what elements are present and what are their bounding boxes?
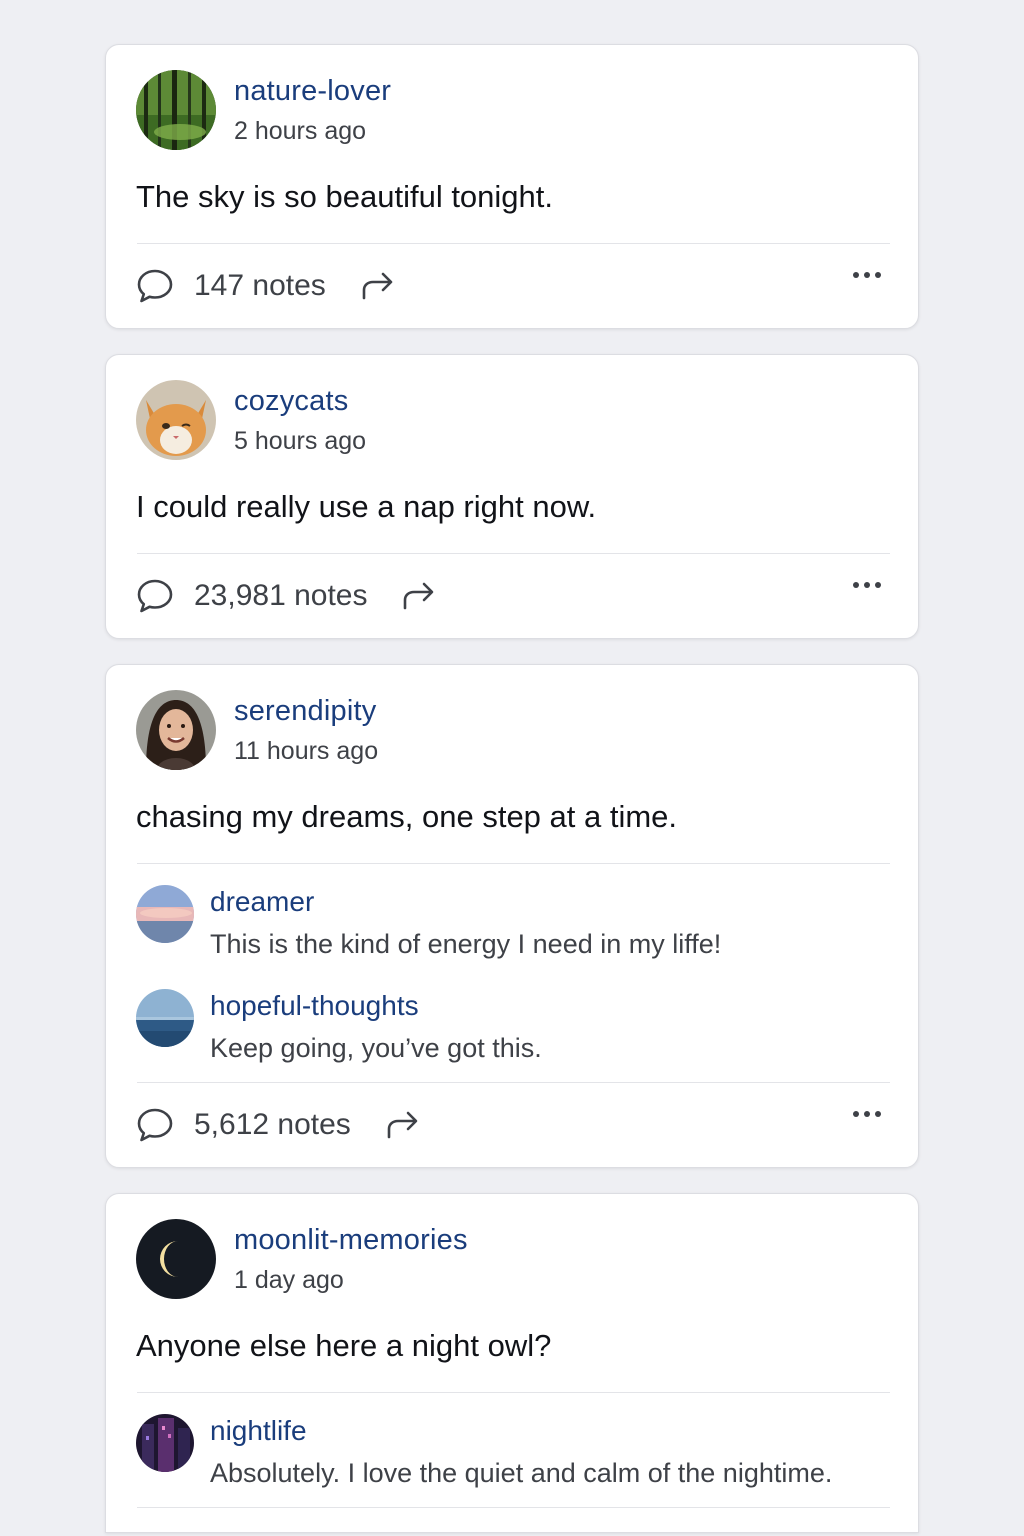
post-meta: nature-lover 2 hours ago <box>234 70 391 150</box>
share-icon[interactable] <box>401 581 437 611</box>
username-link[interactable]: nature-lover <box>234 72 391 110</box>
username-link[interactable]: serendipity <box>234 692 378 730</box>
reply-list: dreamer This is the kind of energy I nee… <box>136 864 888 1082</box>
comment-icon[interactable] <box>136 268 174 304</box>
woman-avatar-icon <box>136 690 216 770</box>
post-card: moonlit-memories 1 day ago Anyone else h… <box>105 1193 919 1533</box>
reply-text: Absolutely. I love the quiet and calm of… <box>210 1458 833 1488</box>
post-time: 5 hours ago <box>234 427 367 455</box>
sunset-sky-avatar-icon <box>136 885 194 943</box>
reply-username-link[interactable]: nightlife <box>210 1411 832 1451</box>
username-link[interactable]: moonlit-memories <box>234 1221 468 1259</box>
post-card: serendipity 11 hours ago chasing my drea… <box>105 664 919 1168</box>
post-card: cozycats 5 hours ago I could really use … <box>105 354 919 639</box>
post-header: moonlit-memories 1 day ago <box>136 1218 888 1300</box>
avatar[interactable] <box>136 380 216 460</box>
post-meta: moonlit-memories 1 day ago <box>234 1219 468 1299</box>
post-time: 1 day ago <box>234 1266 344 1294</box>
post-time: 2 hours ago <box>234 117 367 145</box>
reply-item: nightlife Absolutely. I love the quiet a… <box>136 1411 888 1493</box>
post-footer: 23,981 notes <box>136 554 888 638</box>
more-icon[interactable] <box>852 581 882 589</box>
notes-count[interactable]: 147 notes <box>194 269 326 303</box>
reply-item: dreamer This is the kind of energy I nee… <box>136 882 888 964</box>
comment-icon[interactable] <box>136 1107 174 1143</box>
reply-body: hopeful-thoughts Keep going, you’ve got … <box>210 986 542 1068</box>
post-header: serendipity 11 hours ago <box>136 689 888 771</box>
post-feed: nature-lover 2 hours ago The sky is so b… <box>105 44 919 1533</box>
ocean-avatar-icon <box>136 989 194 1047</box>
night-city-avatar-icon <box>136 1414 194 1472</box>
notes-count[interactable]: 5,612 notes <box>194 1108 351 1142</box>
cat-avatar-icon <box>136 380 216 460</box>
post-card: nature-lover 2 hours ago The sky is so b… <box>105 44 919 329</box>
post-text: The sky is so beautiful tonight. <box>136 179 554 214</box>
post-text: chasing my dreams, one step at a time. <box>136 799 678 834</box>
post-meta: serendipity 11 hours ago <box>234 690 378 770</box>
reply-item: hopeful-thoughts Keep going, you’ve got … <box>136 986 888 1068</box>
post-footer: 5,612 notes <box>136 1083 888 1167</box>
post-footer: 147 notes <box>136 244 888 328</box>
reply-text: This is the kind of energy I need in my … <box>210 929 722 959</box>
post-text: I could really use a nap right now. <box>136 489 597 524</box>
avatar[interactable] <box>136 70 216 150</box>
reply-username-link[interactable]: dreamer <box>210 882 721 922</box>
post-meta: cozycats 5 hours ago <box>234 380 366 460</box>
divider <box>137 1507 890 1508</box>
username-link[interactable]: cozycats <box>234 382 366 420</box>
moon-avatar-icon <box>136 1219 216 1299</box>
share-icon[interactable] <box>385 1110 421 1140</box>
reply-body: nightlife Absolutely. I love the quiet a… <box>210 1411 832 1493</box>
more-icon[interactable] <box>852 271 882 279</box>
avatar[interactable] <box>136 989 194 1047</box>
post-time: 11 hours ago <box>234 737 379 765</box>
notes-count[interactable]: 23,981 notes <box>194 579 367 613</box>
share-icon[interactable] <box>360 271 396 301</box>
post-header: nature-lover 2 hours ago <box>136 69 888 151</box>
reply-text: Keep going, you’ve got this. <box>210 1033 542 1063</box>
reply-list: nightlife Absolutely. I love the quiet a… <box>136 1393 888 1507</box>
avatar[interactable] <box>136 1219 216 1299</box>
comment-icon[interactable] <box>136 578 174 614</box>
forest-avatar-icon <box>136 70 216 150</box>
reply-body: dreamer This is the kind of energy I nee… <box>210 882 721 964</box>
post-header: cozycats 5 hours ago <box>136 379 888 461</box>
avatar[interactable] <box>136 1414 194 1472</box>
post-text: Anyone else here a night owl? <box>136 1328 552 1363</box>
more-icon[interactable] <box>852 1110 882 1118</box>
reply-username-link[interactable]: hopeful-thoughts <box>210 986 542 1026</box>
avatar[interactable] <box>136 885 194 943</box>
avatar[interactable] <box>136 690 216 770</box>
